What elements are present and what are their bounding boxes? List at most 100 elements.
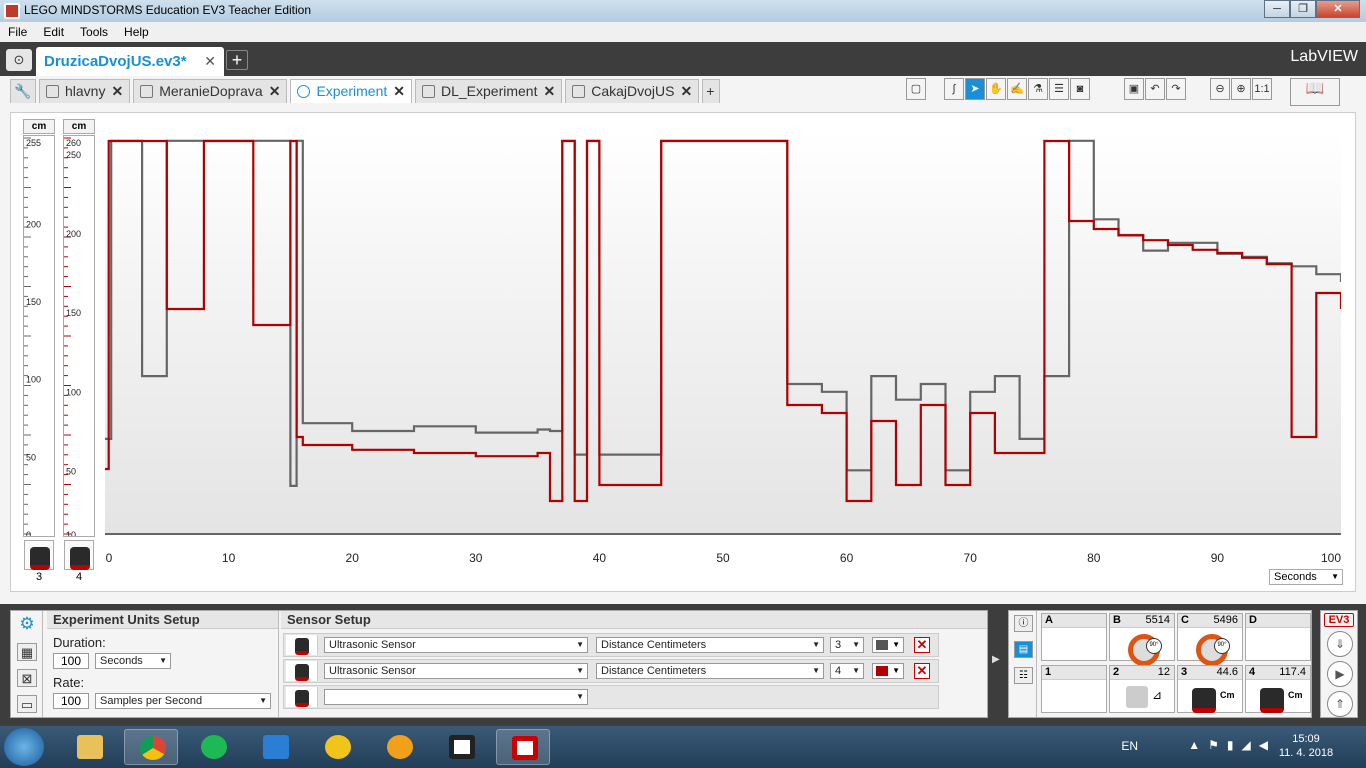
port-label: 3 xyxy=(1181,666,1188,678)
tab-dl-experiment[interactable]: DL_Experiment ✕ xyxy=(414,79,563,103)
close-tab-icon[interactable]: ✕ xyxy=(680,83,692,100)
taskbar-ev3-home[interactable] xyxy=(434,729,488,765)
clock[interactable]: 15:09 11. 4. 2018 xyxy=(1276,733,1336,761)
close-tab-icon[interactable]: ✕ xyxy=(111,83,123,100)
ultrasonic-sensor-icon xyxy=(286,661,318,681)
start-button[interactable] xyxy=(4,728,44,766)
port-b[interactable]: B 5514 xyxy=(1109,613,1175,666)
table-icon[interactable]: ☰ xyxy=(1049,78,1069,100)
taskbar-spotify[interactable] xyxy=(186,729,240,765)
minimize-button[interactable]: ─ xyxy=(1264,0,1290,18)
zoom-in-icon[interactable]: ⊕ xyxy=(1231,78,1251,100)
camera-icon[interactable]: ◙ xyxy=(1070,78,1090,100)
taskbar-ev3-teacher[interactable] xyxy=(496,729,550,765)
x-tick-label: 90 xyxy=(1211,551,1225,565)
duration-input[interactable]: 100 xyxy=(53,653,89,669)
collapse-arrow-icon[interactable]: ▶ xyxy=(992,654,1002,674)
maximize-button[interactable]: ❐ xyxy=(1290,0,1316,18)
units-setup-heading: Experiment Units Setup xyxy=(47,611,278,629)
pan-icon[interactable]: ✋ xyxy=(986,78,1006,100)
taskbar-robolab[interactable] xyxy=(310,729,364,765)
port-c[interactable]: C 5496 xyxy=(1177,613,1243,666)
port-4[interactable]: 4 117.4 xyxy=(1245,665,1311,713)
project-properties-tab[interactable]: 🔧 xyxy=(10,79,36,103)
close-tab-icon[interactable]: ✕ xyxy=(393,83,405,100)
redo-icon[interactable]: ↷ xyxy=(1166,78,1186,100)
dataset-table-icon[interactable]: ▦ xyxy=(17,643,37,661)
menu-tools[interactable]: Tools xyxy=(72,22,116,42)
port-3[interactable]: 3 44.6 xyxy=(1177,665,1243,713)
close-tab-icon[interactable]: ✕ xyxy=(543,83,555,100)
plot-area[interactable] xyxy=(105,133,1341,535)
sensor-type-dropdown[interactable]: Ultrasonic Sensor xyxy=(324,637,588,653)
sensor-type-dropdown[interactable] xyxy=(324,689,588,705)
undo-icon[interactable]: ↶ xyxy=(1145,78,1165,100)
taskbar-lego-digital[interactable] xyxy=(248,729,302,765)
project-tab[interactable]: DruzicaDvojUS.ev3* ✕ xyxy=(36,47,224,76)
analysis-icon[interactable]: ✍ xyxy=(1007,78,1027,100)
ultrasonic-sensor-icon[interactable] xyxy=(64,540,94,570)
spotify-icon xyxy=(201,735,227,759)
add-program-button[interactable]: + xyxy=(702,79,721,103)
tab-hlavny[interactable]: hlavny ✕ xyxy=(39,79,131,103)
port-view-icon[interactable]: ▤ xyxy=(1014,641,1033,658)
sensor-port-dropdown[interactable]: 4 xyxy=(830,663,864,679)
upload-icon[interactable]: ⇑ xyxy=(1327,691,1353,717)
language-indicator[interactable]: EN xyxy=(1121,739,1138,753)
prediction-icon[interactable]: ⚗ xyxy=(1028,78,1048,100)
duration-unit-dropdown[interactable]: Seconds xyxy=(95,653,171,669)
line-color-picker[interactable] xyxy=(872,663,904,679)
calculator-icon[interactable]: ⊠ xyxy=(17,669,37,687)
ultrasonic-sensor-icon[interactable] xyxy=(24,540,54,570)
content-editor-icon[interactable]: ▢ xyxy=(906,78,926,100)
y-tick-label: 50 xyxy=(26,452,36,462)
graph-programming-icon[interactable]: ▭ xyxy=(17,695,37,713)
close-tab-icon[interactable]: ✕ xyxy=(269,83,281,100)
taskbar-explorer[interactable] xyxy=(62,729,116,765)
sensor-mode-dropdown[interactable]: Distance Centimeters xyxy=(596,637,824,653)
tab-cakaj-dvoj-us[interactable]: CakajDvojUS ✕ xyxy=(565,79,700,103)
y-axis-sensor-4: cm 260 250 200 150 100 50 10 4 xyxy=(63,119,95,585)
menu-help[interactable]: Help xyxy=(116,22,157,42)
taskbar-robolab-4[interactable] xyxy=(372,729,426,765)
rate-input[interactable]: 100 xyxy=(53,693,89,709)
port-d[interactable]: D xyxy=(1245,613,1311,661)
tab-meranie-doprava[interactable]: MeranieDoprava ✕ xyxy=(133,79,288,103)
pointer-icon[interactable]: ➤ xyxy=(965,78,985,100)
rate-unit-dropdown[interactable]: Samples per Second xyxy=(95,693,271,709)
sensor-port-dropdown[interactable]: 3 xyxy=(830,637,864,653)
graph-program-icon[interactable]: ∫ xyxy=(944,78,964,100)
sensor-type-dropdown[interactable]: Ultrasonic Sensor xyxy=(324,663,588,679)
remove-sensor-button[interactable]: ✕ xyxy=(914,637,930,653)
axis-scale[interactable]: 260 250 200 150 100 50 10 xyxy=(63,135,95,540)
x-tick-label: 50 xyxy=(716,551,730,565)
port-2[interactable]: 2 12 xyxy=(1109,665,1175,713)
tab-experiment[interactable]: Experiment ✕ xyxy=(290,79,412,103)
close-project-icon[interactable]: ✕ xyxy=(204,53,216,70)
save-icon[interactable]: ▣ xyxy=(1124,78,1144,100)
remove-sensor-button[interactable]: ✕ xyxy=(914,663,930,679)
zoom-out-icon[interactable]: ⊖ xyxy=(1210,78,1230,100)
time-unit-dropdown[interactable]: Seconds xyxy=(1269,569,1343,585)
run-icon[interactable]: ▶ xyxy=(1327,661,1353,687)
experiment-config-panel: ⚙ ▦ ⊠ ▭ Experiment Units Setup Duration:… xyxy=(10,610,988,718)
download-icon[interactable]: ⇓ xyxy=(1327,631,1353,657)
port-a[interactable]: A xyxy=(1041,613,1107,661)
close-button[interactable]: ✕ xyxy=(1316,0,1360,18)
zoom-reset-icon[interactable]: 1:1 xyxy=(1252,78,1272,100)
setup-gear-icon[interactable]: ⚙ xyxy=(17,615,37,633)
sensor-mode-dropdown[interactable]: Distance Centimeters xyxy=(596,663,824,679)
brick-info-icon[interactable]: ⓘ xyxy=(1014,615,1033,632)
tray-icons[interactable]: ▲⚑▮◢◀ xyxy=(1188,738,1276,752)
add-project-button[interactable]: + xyxy=(226,50,248,70)
taskbar-chrome[interactable] xyxy=(124,729,178,765)
menu-edit[interactable]: Edit xyxy=(35,22,72,42)
help-book-icon[interactable]: 📖 xyxy=(1290,78,1340,106)
line-color-picker[interactable] xyxy=(872,637,904,653)
port-1[interactable]: 1 xyxy=(1041,665,1107,713)
menu-file[interactable]: File xyxy=(0,22,35,42)
available-bricks-icon[interactable]: ☷ xyxy=(1014,667,1033,684)
lobby-icon[interactable]: ⊙ xyxy=(6,49,32,71)
y-tick-label: 100 xyxy=(26,375,41,385)
axis-scale[interactable]: 255 200 150 100 50 0 xyxy=(23,135,55,540)
